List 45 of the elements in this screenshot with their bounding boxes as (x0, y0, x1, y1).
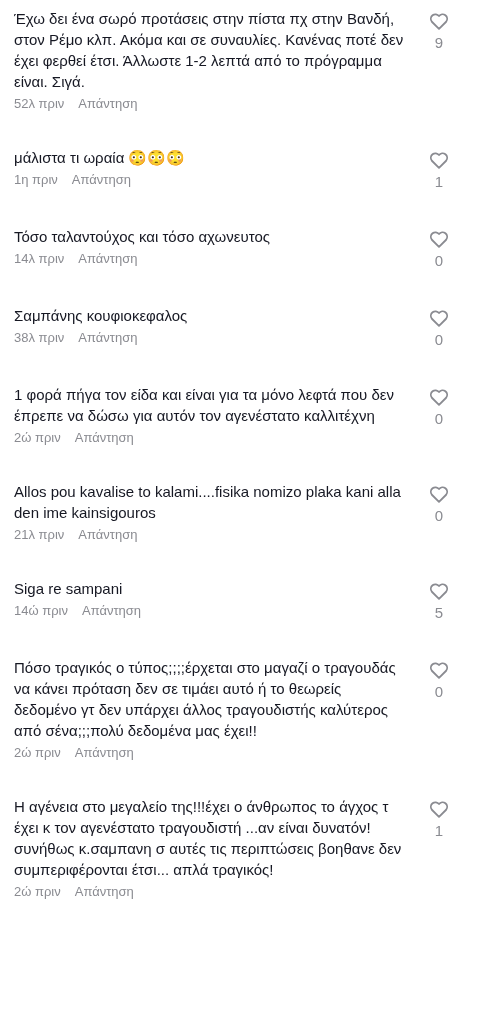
like-count: 0 (434, 252, 444, 269)
comment-time: 14λ πριν (14, 251, 65, 266)
reply-link[interactable]: Απάντηση (78, 251, 138, 266)
heart-icon[interactable] (428, 798, 450, 820)
like-count: 0 (434, 507, 444, 524)
like-count: 1 (434, 173, 444, 190)
comment-text: Η αγένεια στο μεγαλείο της!!!έχει ο άνθρωπος το άγχος τ έχει κ τον αγενέστατο τραγουδιστή ...αν είναι δυνατόν!συνήθως κ.σαμπανη σ αυτές τις περιπτώσεις βοηθανε δεν συμπεριφέρονται έτσι... απλά τραγικός! (14, 797, 403, 880)
heart-icon[interactable] (428, 483, 450, 505)
comment-time: 2ώ πριν (14, 745, 61, 760)
reply-link[interactable]: Απάντηση (74, 430, 134, 445)
heart-icon[interactable] (428, 149, 450, 171)
reply-link[interactable]: Απάντηση (78, 330, 138, 345)
comment-text: Τόσο ταλαντούχος και τόσο αχωνευτος (14, 227, 271, 247)
comment-time: 52λ πριν (14, 96, 65, 111)
like-count: 5 (434, 604, 444, 621)
comment-text: Έχω δει ένα σωρό προτάσεις στην πίστα πχ στην Βανδή, στον Ρέμο κλπ. Ακόμα και σε συναυλίες. Κανένας ποτέ δεν έχει φερθεί έτσι. Άλλωστε 1-2 λεπτά από το πρόγραμμα είναι. Σιγά. (14, 9, 405, 92)
like-count: 1 (434, 822, 444, 839)
heart-icon[interactable] (428, 228, 450, 250)
heart-icon[interactable] (428, 580, 450, 602)
heart-icon[interactable] (428, 10, 450, 32)
reply-link[interactable]: Απάντηση (74, 884, 134, 899)
comment-text: 1 φορά πήγα τον είδα και είναι για τα μόνο λεφτά που δεν έπρεπε να δώσω για αυτόν τον αγενέστατο καλλιτέχνη (14, 385, 395, 426)
heart-icon[interactable] (428, 659, 450, 681)
reply-link[interactable]: Απάντηση (71, 172, 131, 187)
reply-link[interactable]: Απάντηση (82, 603, 142, 618)
comment-text: Siga re sampani (14, 579, 124, 599)
like-count: 9 (434, 34, 444, 51)
comment-text: Allos pou kavalise to kalami....fisika nomizo plaka kani alla den ime kainsigouros (14, 482, 402, 523)
heart-icon[interactable] (428, 386, 450, 408)
comment-text: Πόσο τραγικός ο τύπος;;;;έρχεται στο μαγαζί ο τραγουδάς να κάνει πρόταση δεν σε τιμάει αυτό ή το θεωρείς δεδομένο γτ δεν υπάρχει άλλος τραγουδιστής καλύτερος από σένα;;;πολύ δεδομένα μας έχει!! (14, 658, 397, 741)
reply-link[interactable]: Απάντηση (74, 745, 134, 760)
like-count: 0 (434, 331, 444, 348)
comment-time: 2ώ πριν (14, 430, 61, 445)
comment-text: μάλιστα τι ωραία 😳😳😳 (14, 148, 187, 168)
heart-icon[interactable] (428, 307, 450, 329)
reply-link[interactable]: Απάντηση (78, 96, 138, 111)
comment-time: 14ώ πριν (14, 603, 68, 618)
like-count: 0 (434, 683, 444, 700)
like-count: 0 (434, 410, 444, 427)
comment-time: 38λ πριν (14, 330, 65, 345)
reply-link[interactable]: Απάντηση (78, 527, 138, 542)
comment-time: 21λ πριν (14, 527, 65, 542)
comment-time: 2ώ πριν (14, 884, 61, 899)
comment-time: 1η πριν (14, 172, 58, 187)
comment-text: Σαμπάνης κουφιοκεφαλος (14, 306, 189, 326)
